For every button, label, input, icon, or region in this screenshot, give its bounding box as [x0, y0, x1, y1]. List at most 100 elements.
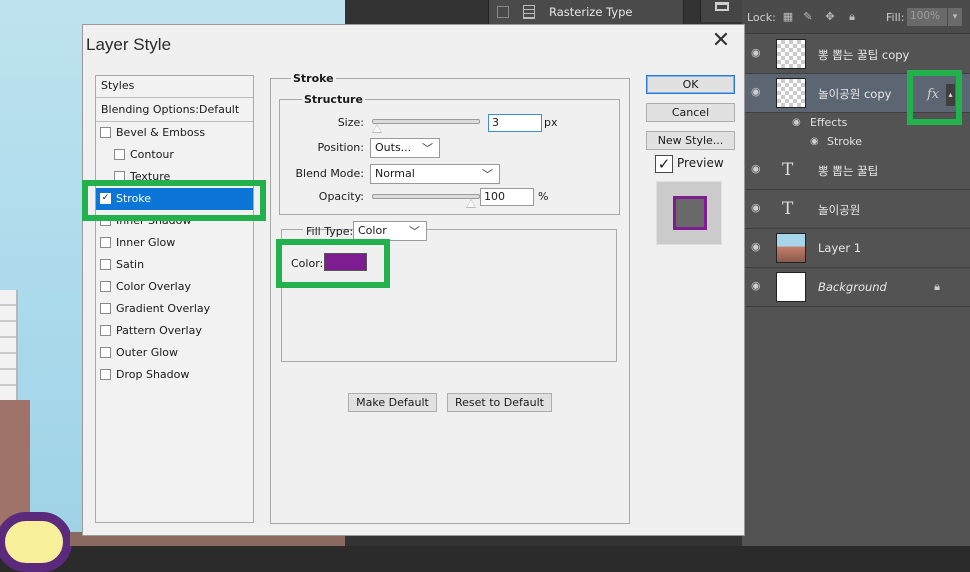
structure-title: Structure [302, 93, 365, 106]
style-checkbox[interactable] [100, 347, 111, 358]
style-item-label: Inner Glow [116, 236, 176, 249]
fill-input[interactable]: 100% [907, 8, 947, 26]
color-label: Color: [291, 257, 324, 270]
blend-mode-select[interactable]: Normal ﹀ [370, 164, 500, 184]
layer-thumbnail [776, 233, 806, 263]
new-style-button[interactable]: New Style... [646, 131, 735, 150]
eye-icon[interactable]: ◉ [751, 202, 765, 213]
layer-row[interactable]: ◉ Layer 1 [742, 229, 970, 268]
fill-type-label: Fill Type: [306, 225, 354, 238]
style-checkbox[interactable]: ✓ [100, 193, 111, 204]
style-item-label: Contour [130, 148, 174, 161]
style-item-color-overlay[interactable]: Color Overlay [96, 276, 253, 298]
fx-icon[interactable]: fx [927, 87, 939, 102]
style-item-satin[interactable]: Satin [96, 254, 253, 276]
text-layer-icon: T [782, 199, 794, 219]
style-checkbox[interactable] [100, 127, 111, 138]
style-item-inner-shadow[interactable]: Inner Shadow [96, 210, 253, 232]
make-default-button[interactable]: Make Default [348, 393, 437, 412]
style-item-label: Gradient Overlay [116, 302, 211, 315]
lock-transparent-icon[interactable]: ▦ [782, 11, 794, 23]
style-checkbox[interactable] [100, 215, 111, 226]
style-checkbox[interactable] [100, 237, 111, 248]
fx-highlight: fx ▴ [907, 70, 962, 125]
dialog-title: Layer Style [86, 35, 172, 54]
style-checkbox[interactable] [114, 171, 125, 182]
stroke-color-swatch[interactable] [324, 253, 367, 271]
lock-all-icon[interactable]: 🔒︎ [846, 11, 858, 23]
preview-thumbnail [656, 181, 722, 245]
style-item-contour[interactable]: Contour [96, 144, 253, 166]
style-item-texture[interactable]: Texture [96, 166, 253, 188]
rasterize-type-menu-item[interactable]: Rasterize Type [488, 0, 684, 24]
style-item-stroke[interactable]: ✓ Stroke [96, 188, 253, 210]
style-checkbox[interactable] [100, 281, 111, 292]
reset-to-default-button[interactable]: Reset to Default [447, 393, 552, 412]
style-item-label: Color Overlay [116, 280, 191, 293]
size-slider-thumb[interactable] [372, 124, 382, 133]
document-icon [523, 5, 535, 19]
styles-header[interactable]: Styles [96, 76, 253, 98]
style-checkbox[interactable] [100, 303, 111, 314]
layer-name: Layer 1 [818, 241, 862, 255]
fill-type-select[interactable]: Color ﹀ [353, 221, 427, 241]
lock-image-brush-icon[interactable]: ✎ [802, 11, 814, 23]
size-unit: px [544, 116, 558, 129]
eye-icon[interactable]: ◉ [751, 241, 765, 252]
eye-icon[interactable]: ◉ [751, 47, 765, 58]
style-checkbox[interactable] [100, 259, 111, 270]
layer-name: 놀이공원 copy [818, 87, 892, 101]
rasterize-type-label: Rasterize Type [549, 5, 633, 19]
size-slider[interactable] [372, 119, 480, 124]
style-checkbox[interactable] [100, 325, 111, 336]
cancel-button[interactable]: Cancel [646, 103, 735, 122]
fill-dropdown-icon[interactable]: ▾ [948, 8, 962, 26]
lock-position-move-icon[interactable]: ✥ [824, 11, 836, 23]
preview-swatch [673, 196, 707, 230]
layer-thumbnail [776, 39, 806, 69]
effect-stroke-row[interactable]: ◉ Stroke [742, 132, 970, 151]
style-item-drop-shadow[interactable]: Drop Shadow [96, 364, 253, 386]
style-checkbox[interactable] [114, 149, 125, 160]
style-item-inner-glow[interactable]: Inner Glow [96, 232, 253, 254]
style-item-bevel-emboss[interactable]: Bevel & Emboss [96, 122, 253, 144]
fx-expand-icon[interactable]: ▴ [946, 84, 955, 106]
layer-row[interactable]: ◉ T 놀이공원 [742, 190, 970, 229]
size-input[interactable]: 3 [488, 114, 542, 132]
opacity-label: Opacity: [318, 190, 364, 203]
style-items: Bevel & Emboss Contour Texture ✓ Stroke Inner… [96, 122, 253, 386]
opacity-input[interactable]: 100 [480, 188, 534, 206]
blending-options-item[interactable]: Blending Options:Default [96, 98, 253, 122]
style-item-outer-glow[interactable]: Outer Glow [96, 342, 253, 364]
chevron-down-icon: ﹀ [409, 225, 420, 238]
eye-icon[interactable]: ◉ [810, 136, 819, 147]
style-item-label: Stroke [116, 192, 152, 205]
lock-icon: 🔒︎ [934, 280, 940, 293]
preview-checkbox[interactable]: ✓ [655, 155, 673, 173]
layers-panel: Lock: ▦ ✎ ✥ 🔒︎ Fill: 100% ▾ ◉ 뽕 뽑는 꿀팁 co… [742, 0, 970, 546]
opacity-slider-thumb[interactable] [466, 199, 476, 208]
eye-icon[interactable]: ◉ [751, 163, 765, 174]
layer-row[interactable]: ◉ T 뽕 뽑는 꿀팁 [742, 151, 970, 190]
effects-label: Effects [810, 116, 848, 129]
eye-icon[interactable]: ◉ [792, 117, 801, 128]
style-item-pattern-overlay[interactable]: Pattern Overlay [96, 320, 253, 342]
eye-icon[interactable]: ◉ [751, 86, 765, 97]
eye-icon[interactable]: ◉ [751, 280, 765, 291]
layer-name: 뽕 뽑는 꿀팁 copy [818, 48, 910, 62]
blend-mode-label: Blend Mode: [295, 167, 365, 180]
stroke-group: Stroke Structure Size: 3 px Position: Ou… [270, 72, 630, 524]
fill-label: Fill: [886, 11, 905, 24]
opacity-slider[interactable] [372, 194, 480, 199]
close-icon[interactable]: ✕ [710, 30, 732, 52]
style-item-gradient-overlay[interactable]: Gradient Overlay [96, 298, 253, 320]
styles-list: Styles Blending Options:Default Bevel & … [95, 75, 254, 523]
style-checkbox[interactable] [100, 369, 111, 380]
ok-button[interactable]: OK [646, 75, 735, 94]
layer-row-background[interactable]: ◉ Background 🔒︎ [742, 268, 970, 307]
style-item-label: Drop Shadow [116, 368, 190, 381]
layer-row[interactable]: ◉ 뽕 뽑는 꿀팁 copy [742, 35, 970, 74]
position-select[interactable]: Outs... ﹀ [370, 138, 440, 158]
panel-toolbar[interactable] [700, 0, 742, 22]
layer-name: 뽕 뽑는 꿀팁 [818, 164, 879, 178]
